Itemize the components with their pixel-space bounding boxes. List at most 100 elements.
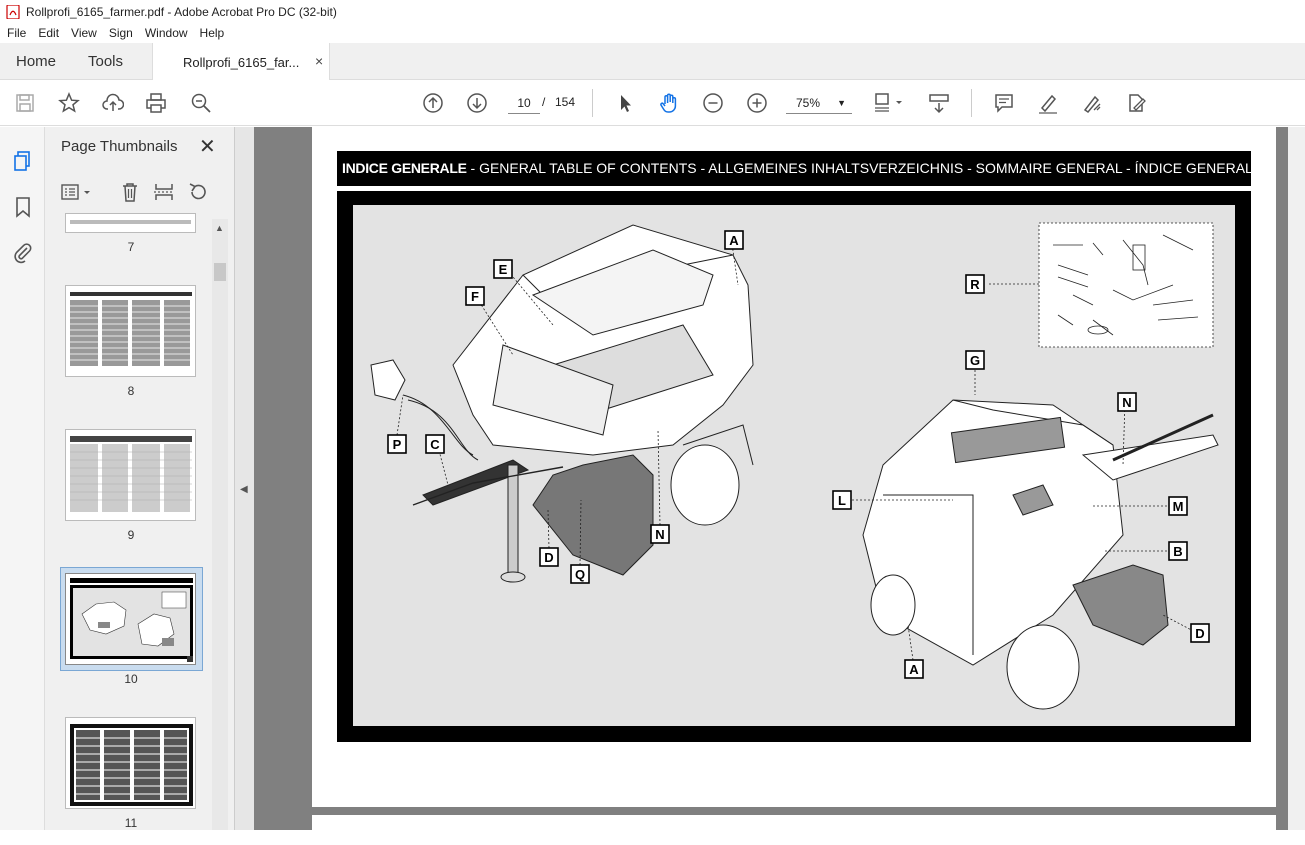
page-fit-icon[interactable]: [872, 91, 906, 115]
thumbnail-label-10: 10: [124, 672, 138, 686]
svg-text:E: E: [499, 262, 508, 277]
header-title-bold: INDICE GENERALE: [342, 160, 467, 176]
menu-sign[interactable]: Sign: [103, 26, 139, 40]
comment-icon[interactable]: [992, 91, 1016, 115]
thumbnail-panel: Page Thumbnails ✕ 7 8 9 10 11 ▲: [45, 127, 235, 830]
callout-N-left: N: [650, 524, 670, 544]
zoom-value: 75%: [796, 96, 821, 110]
page-separator: /: [542, 95, 546, 109]
prev-page-icon[interactable]: [421, 91, 445, 115]
extract-page-icon[interactable]: [153, 181, 175, 203]
star-icon[interactable]: [57, 91, 81, 115]
pdf-next-page: [312, 815, 1276, 845]
draw-sign-icon[interactable]: [1080, 91, 1104, 115]
svg-text:F: F: [471, 289, 479, 304]
menu-help[interactable]: Help: [194, 26, 231, 40]
svg-text:Q: Q: [575, 567, 585, 582]
zoom-select[interactable]: 75% ▼: [786, 92, 852, 114]
toolbar-divider: [592, 89, 593, 117]
highlight-pen-icon[interactable]: [1036, 91, 1060, 115]
svg-text:G: G: [970, 353, 980, 368]
next-page-icon[interactable]: [465, 91, 489, 115]
chevron-down-icon: ▼: [837, 98, 846, 108]
svg-text:A: A: [729, 233, 739, 248]
title-bar: Rollprofi_6165_farmer.pdf - Adobe Acroba…: [0, 0, 1305, 23]
page-number-input[interactable]: 10: [508, 92, 540, 114]
pdf-page: INDICE GENERALE - GENERAL TABLE OF CONTE…: [312, 127, 1276, 807]
svg-text:N: N: [1122, 395, 1131, 410]
save-icon[interactable]: [13, 91, 37, 115]
tab-document[interactable]: Rollprofi_6165_far... ×: [152, 43, 330, 81]
tab-home[interactable]: Home: [16, 53, 56, 70]
callout-D-left: D: [539, 547, 559, 567]
callout-B: B: [1168, 541, 1188, 561]
hand-tool-icon[interactable]: [657, 91, 681, 115]
tab-bar: Home Tools Rollprofi_6165_far... ×: [0, 43, 1305, 81]
callout-G: G: [965, 350, 985, 370]
callout-E: E: [493, 259, 513, 279]
thumbnail-label-9: 9: [127, 528, 135, 542]
thumbnail-page-7[interactable]: [65, 213, 196, 233]
callout-F: F: [465, 286, 485, 306]
left-nav-strip: [0, 127, 45, 830]
callout-A-left: A: [724, 230, 744, 250]
thumbnail-options-icon[interactable]: [59, 181, 95, 203]
thumbnail-label-7: 7: [127, 240, 135, 254]
thumbnail-page-8[interactable]: [65, 285, 196, 377]
document-view[interactable]: INDICE GENERALE - GENERAL TABLE OF CONTE…: [254, 127, 1305, 845]
print-icon[interactable]: [144, 91, 168, 115]
thumbnail-page-9[interactable]: [65, 429, 196, 521]
select-cursor-icon[interactable]: [613, 91, 637, 115]
page-total: 154: [555, 95, 576, 109]
chevron-left-icon: ◀: [240, 484, 248, 495]
svg-text:L: L: [838, 493, 846, 508]
menu-file[interactable]: File: [0, 26, 32, 40]
thumbnail-panel-title: Page Thumbnails: [61, 138, 178, 155]
svg-text:M: M: [1173, 499, 1184, 514]
svg-text:B: B: [1173, 544, 1182, 559]
acrobat-icon: [6, 4, 20, 19]
fill-sign-icon[interactable]: [1124, 91, 1148, 115]
zoom-in-icon[interactable]: [745, 91, 769, 115]
scrollbar-thumb[interactable]: [214, 263, 226, 281]
tab-tools[interactable]: Tools: [88, 53, 123, 70]
svg-text:D: D: [544, 550, 553, 565]
page-thumbnails-icon[interactable]: [11, 149, 35, 173]
svg-text:A: A: [909, 662, 919, 677]
scroll-mode-icon[interactable]: [927, 91, 951, 115]
callout-C: C: [425, 434, 445, 454]
svg-text:P: P: [393, 437, 402, 452]
menu-bar: File Edit View Sign Window Help: [0, 23, 1305, 43]
tab-close-icon[interactable]: ×: [315, 53, 323, 69]
callout-M: M: [1168, 496, 1188, 516]
callout-P: P: [387, 434, 407, 454]
callout-Q: Q: [570, 564, 590, 584]
menu-edit[interactable]: Edit: [32, 26, 65, 40]
close-icon[interactable]: ✕: [199, 134, 216, 159]
tool-kit-box: [1038, 222, 1214, 348]
callout-A-right: A: [904, 659, 924, 679]
illustration-frame: A E F P C D Q N R G N L M B A D: [337, 191, 1251, 742]
left-baler-drawing: [370, 224, 754, 583]
thumbnail-page-10[interactable]: [65, 573, 196, 665]
callout-R: R: [965, 274, 985, 294]
bookmark-icon[interactable]: [11, 195, 35, 219]
toolbar-divider: [971, 89, 972, 117]
delete-page-icon[interactable]: [119, 181, 141, 203]
chevron-up-icon[interactable]: ▲: [215, 223, 224, 233]
search-zoom-icon[interactable]: [189, 91, 213, 115]
panel-collapse-handle[interactable]: ◀: [235, 127, 254, 830]
zoom-out-icon[interactable]: [701, 91, 725, 115]
upload-cloud-icon[interactable]: [101, 91, 125, 115]
svg-text:C: C: [430, 437, 440, 452]
thumbnail-scrollbar[interactable]: ▲: [212, 219, 228, 830]
rotate-page-icon[interactable]: [187, 181, 209, 203]
document-scrollbar[interactable]: [1288, 127, 1305, 830]
attachment-icon[interactable]: [11, 241, 35, 265]
page-header: INDICE GENERALE - GENERAL TABLE OF CONTE…: [337, 151, 1253, 186]
menu-window[interactable]: Window: [139, 26, 194, 40]
svg-text:R: R: [970, 277, 980, 292]
thumbnail-tools: [45, 173, 235, 211]
thumbnail-page-11[interactable]: [65, 717, 196, 809]
menu-view[interactable]: View: [65, 26, 103, 40]
